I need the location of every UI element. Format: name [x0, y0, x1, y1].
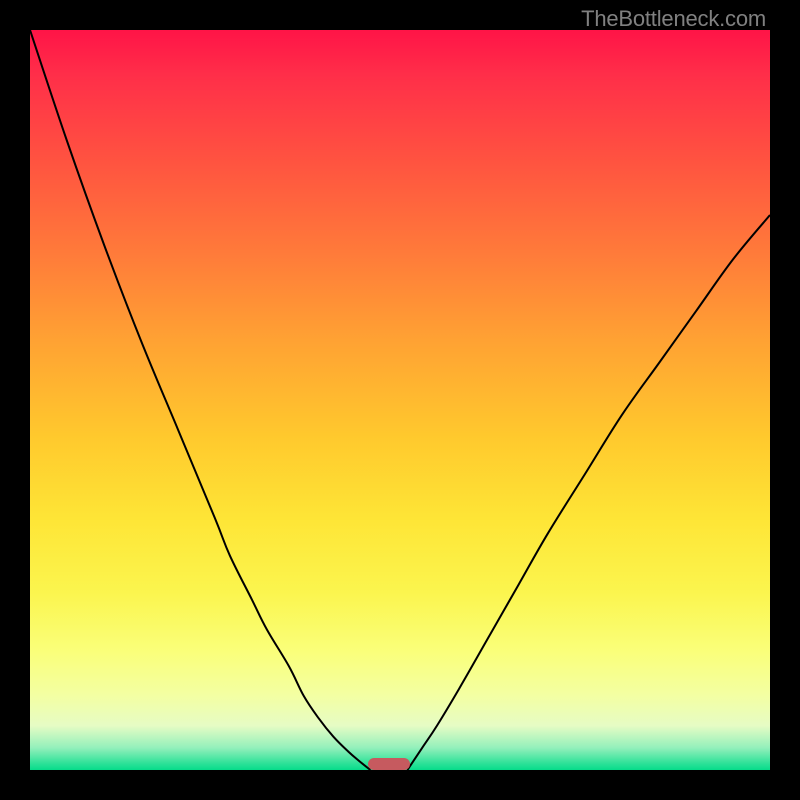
curve-layer [30, 30, 770, 770]
chart-container [30, 30, 770, 770]
left-curve [30, 30, 370, 770]
bottleneck-marker [368, 758, 410, 770]
plot-area [30, 30, 770, 770]
right-curve [407, 215, 770, 770]
watermark-text: TheBottleneck.com [581, 6, 766, 32]
